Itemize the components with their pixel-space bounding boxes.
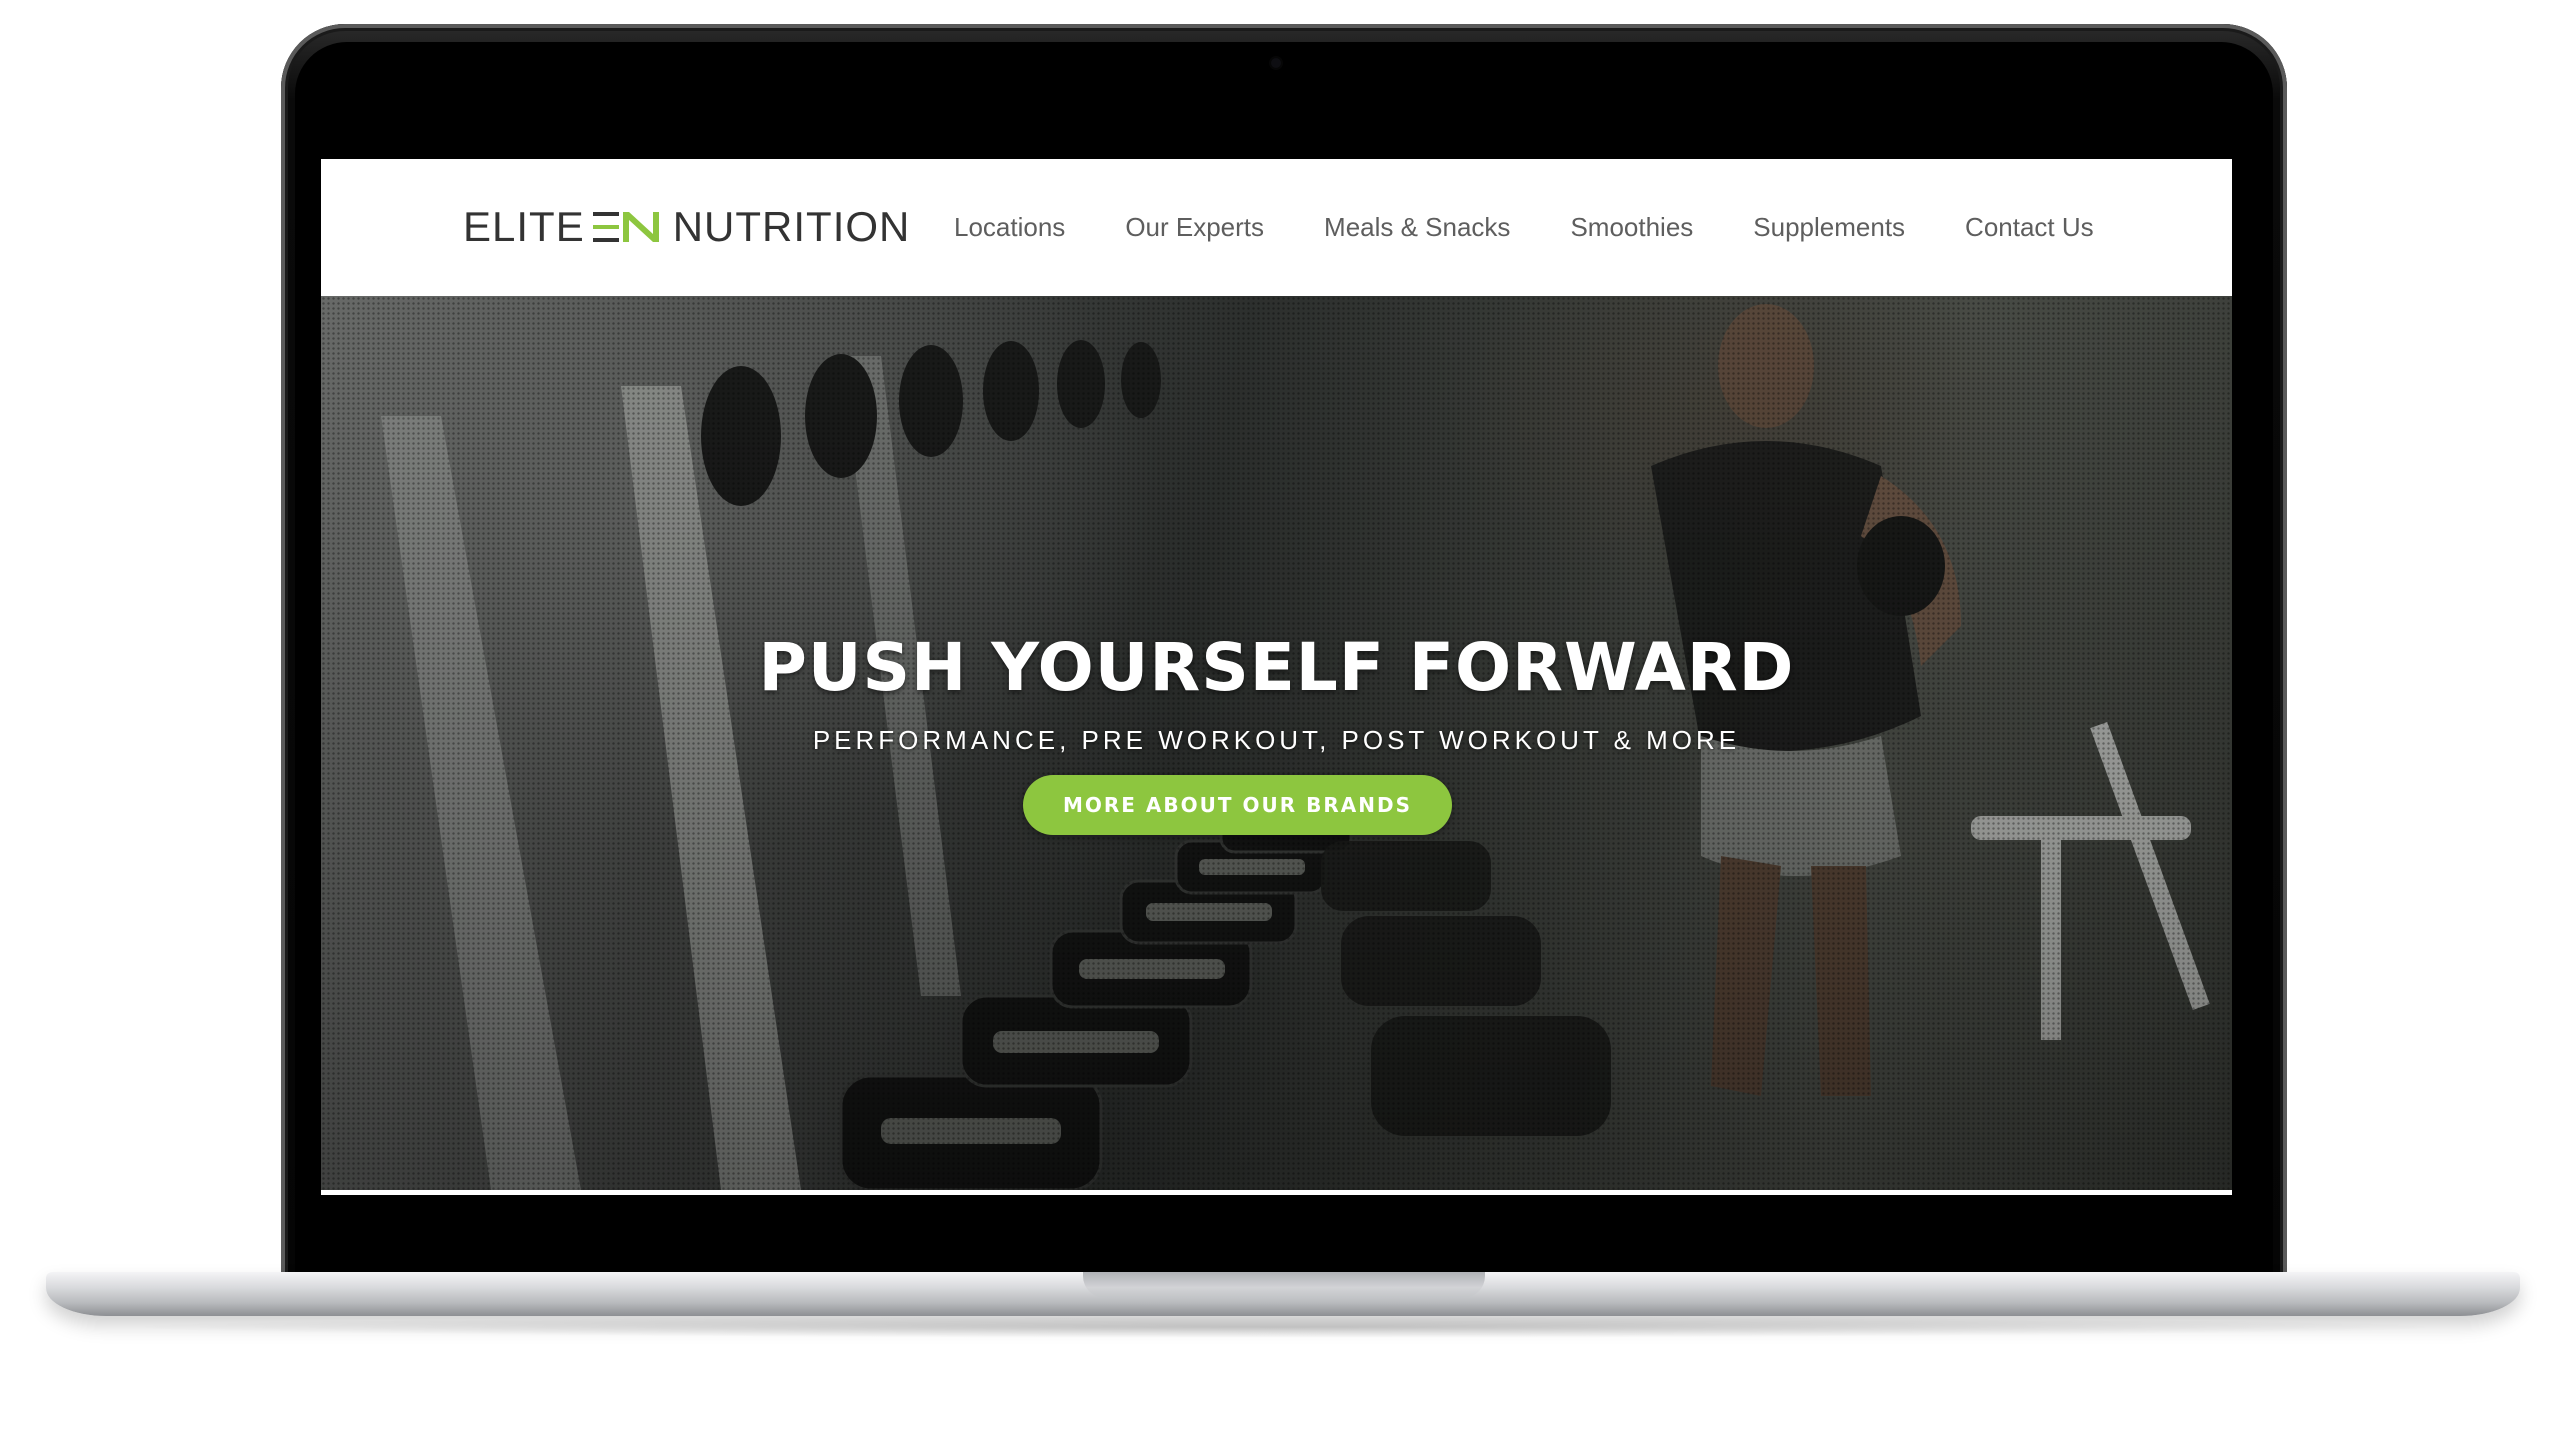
- laptop-notch: [1083, 1272, 1485, 1298]
- more-about-brands-button[interactable]: MORE ABOUT OUR BRANDS: [1023, 775, 1452, 835]
- logo-text-elite: ELITE: [463, 203, 585, 250]
- nav-item-smoothies[interactable]: Smoothies: [1570, 212, 1693, 243]
- laptop-mockup: ELITE NUTRITION Locations Our Experts Me…: [0, 0, 2552, 1434]
- site-header: ELITE NUTRITION Locations Our Experts Me…: [321, 159, 2232, 296]
- nav-item-locations[interactable]: Locations: [954, 212, 1065, 243]
- main-nav: Locations Our Experts Meals & Snacks Smo…: [954, 159, 2094, 296]
- camera-icon: [1271, 58, 1281, 68]
- website-screen: ELITE NUTRITION Locations Our Experts Me…: [321, 159, 2232, 1195]
- laptop-shadow: [120, 1316, 2450, 1338]
- elite-n-mark-icon: [592, 212, 659, 242]
- nav-item-our-experts[interactable]: Our Experts: [1125, 212, 1264, 243]
- hero-section: PUSH YOURSELF FORWARD PERFORMANCE, PRE W…: [321, 296, 2232, 1190]
- hero-subtitle: PERFORMANCE, PRE WORKOUT, POST WORKOUT &…: [812, 725, 1741, 755]
- nav-item-contact-us[interactable]: Contact Us: [1965, 212, 2094, 243]
- hero-title: PUSH YOURSELF FORWARD: [758, 629, 1795, 706]
- nav-item-supplements[interactable]: Supplements: [1753, 212, 1905, 243]
- logo-text-nutrition: NUTRITION: [672, 203, 911, 250]
- site-logo[interactable]: ELITE NUTRITION: [463, 205, 910, 249]
- nav-item-meals-snacks[interactable]: Meals & Snacks: [1324, 212, 1510, 243]
- screen-divider: [321, 1190, 2232, 1195]
